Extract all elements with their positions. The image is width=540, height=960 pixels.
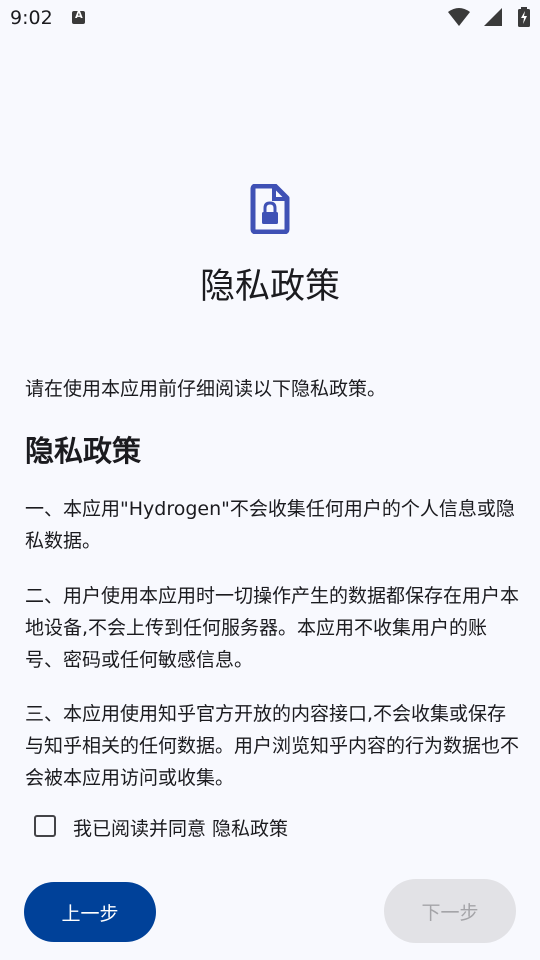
policy-paragraph-2: 二、用户使用本应用时一切操作产生的数据都保存在用户本地设备,不会上传到任何服务器… bbox=[25, 585, 520, 671]
page-title: 隐私政策 bbox=[199, 267, 340, 307]
policy-paragraph-3: 三、本应用使用知乎官方开放的内容接口,不会收集或保存与知乎相关的任何数据。用户浏… bbox=[25, 703, 520, 789]
document-lock-icon bbox=[250, 184, 290, 234]
text-a-icon: A bbox=[72, 10, 85, 24]
agree-checkbox[interactable] bbox=[34, 815, 56, 837]
policy-paragraph-1: 一、本应用"Hydrogen"不会收集任何用户的个人信息或隐私数据。 bbox=[25, 498, 515, 552]
status-bar: 9:02 A bbox=[0, 0, 540, 36]
status-time: 9:02 bbox=[10, 7, 53, 29]
section-heading: 隐私政策 bbox=[25, 434, 142, 468]
agree-label[interactable]: 我已阅读并同意 隐私政策 bbox=[73, 814, 288, 841]
next-button[interactable]: 下一步 bbox=[384, 879, 516, 943]
wifi-icon bbox=[448, 8, 470, 26]
cell-signal-icon bbox=[484, 8, 502, 26]
intro-text: 请在使用本应用前仔细阅读以下隐私政策。 bbox=[25, 378, 387, 400]
battery-charging-icon bbox=[518, 7, 530, 27]
previous-button[interactable]: 上一步 bbox=[24, 882, 156, 942]
